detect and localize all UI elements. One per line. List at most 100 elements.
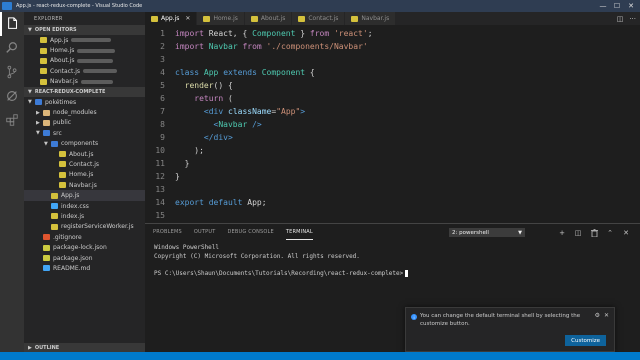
close-panel-button[interactable]: ✕ <box>618 227 634 238</box>
open-editor-item[interactable]: Navbar.js <box>24 77 145 87</box>
close-icon[interactable]: ✕ <box>185 15 190 22</box>
tab-navbar[interactable]: Navbar.js <box>345 12 397 25</box>
tree-item-label: index.css <box>61 202 89 210</box>
notification-toast: i You can change the default terminal sh… <box>405 307 615 352</box>
window-title: App.js - react-redux-complete - Visual S… <box>16 3 143 9</box>
folder-item[interactable]: ▶ public <box>24 118 145 128</box>
tab-home[interactable]: Home.js <box>197 12 245 25</box>
line-number: 12 <box>155 172 165 181</box>
extensions-icon[interactable] <box>0 108 24 132</box>
title-bar: App.js - react-redux-complete - Visual S… <box>0 0 640 12</box>
open-editors-section[interactable]: ▼ OPEN EDITORS <box>24 25 145 35</box>
outline-section[interactable]: ▶ OUTLINE <box>24 343 145 352</box>
close-icon[interactable]: ✕ <box>604 312 609 319</box>
split-terminal-button[interactable]: ◫ <box>570 227 586 238</box>
file-item[interactable]: index.js <box>24 211 145 221</box>
code-token: ; <box>367 29 373 38</box>
file-item[interactable]: Navbar.js <box>24 180 145 190</box>
code-line: 4 class App extends Component { <box>145 66 640 79</box>
explorer-icon[interactable] <box>0 12 24 36</box>
file-item[interactable]: registerServiceWorker.js <box>24 222 145 232</box>
code-token: render <box>184 81 214 90</box>
line-number: 15 <box>155 211 165 220</box>
file-item[interactable]: About.js <box>24 149 145 159</box>
search-icon[interactable] <box>0 36 24 60</box>
source-control-icon[interactable] <box>0 60 24 84</box>
folder-icon <box>43 130 50 137</box>
minimize-button[interactable]: — <box>596 0 610 12</box>
open-editor-label: Navbar.js <box>50 78 78 86</box>
terminal-text: Windows PowerShell <box>154 244 220 251</box>
outline-label: OUTLINE <box>34 344 60 351</box>
tab-app[interactable]: App.js ✕ <box>145 12 198 25</box>
new-terminal-button[interactable]: + <box>554 227 570 238</box>
line-number: 9 <box>160 133 165 142</box>
open-editor-item[interactable]: Home.js <box>24 45 145 55</box>
maximize-button[interactable]: ☐ <box>610 0 624 12</box>
code-editor[interactable]: 1 import React, { Component } from 'react… <box>145 25 640 223</box>
code-token: './components/Navbar' <box>261 42 368 51</box>
file-item[interactable]: Contact.js <box>24 159 145 169</box>
tree-item-label: About.js <box>69 150 94 158</box>
code-token: ); <box>175 146 204 155</box>
code-line: 6 return ( <box>145 92 640 105</box>
more-actions-icon[interactable]: ··· <box>629 15 636 23</box>
file-item[interactable]: App.js <box>24 190 145 201</box>
folder-icon <box>51 140 58 147</box>
gear-icon[interactable]: ⚙ <box>595 312 600 319</box>
customize-button[interactable]: Customize <box>565 335 606 346</box>
code-token: extends <box>218 68 257 77</box>
terminal-line: Copyright (C) Microsoft Corporation. All… <box>154 253 408 262</box>
debug-icon[interactable] <box>0 84 24 108</box>
path-hint <box>83 69 118 74</box>
editor-actions: ◫ ··· <box>617 12 636 25</box>
path-hint <box>77 48 116 53</box>
split-editor-icon[interactable]: ◫ <box>617 15 624 23</box>
open-editor-label: Contact.js <box>50 67 81 75</box>
panel-tab-output[interactable]: OUTPUT <box>194 224 216 240</box>
close-window-button[interactable]: ✕ <box>624 0 638 12</box>
code-token: 'react' <box>329 29 368 38</box>
code-line: 1 import React, { Component } from 'react… <box>145 27 640 40</box>
folder-item[interactable]: ▼ src <box>24 128 145 138</box>
js-file-icon <box>40 78 47 85</box>
code-line: 14 export default App; <box>145 196 640 209</box>
panel-tab-problems[interactable]: PROBLEMS <box>153 224 182 240</box>
vscode-logo-icon <box>2 2 12 10</box>
code-token: App; <box>242 198 267 207</box>
open-editor-label: Home.js <box>50 47 75 55</box>
tab-contact[interactable]: Contact.js <box>292 12 346 25</box>
code-token: > <box>300 107 306 116</box>
file-item[interactable]: package-lock.json <box>24 242 145 252</box>
panel-tab-terminal[interactable]: TERMINAL <box>285 224 313 240</box>
js-file-icon <box>40 47 47 54</box>
chevron-down-icon: ▼ <box>36 130 40 137</box>
file-item[interactable]: package.json <box>24 253 145 263</box>
js-file-icon <box>298 15 306 22</box>
folder-item[interactable]: ▼ components <box>24 139 145 149</box>
kill-terminal-button[interactable] <box>586 227 602 238</box>
terminal-selector[interactable]: 2: powershell ▼ <box>449 228 525 237</box>
js-file-icon <box>40 68 47 75</box>
file-item[interactable]: .gitignore <box>24 232 145 242</box>
maximize-panel-button[interactable]: ⌃ <box>602 227 618 238</box>
editor-tabs: App.js ✕ Home.js About.js Contact.js Navbar.j… <box>145 12 640 25</box>
folder-item[interactable]: ▼ pokétimes <box>24 97 145 107</box>
file-item[interactable]: Home.js <box>24 170 145 180</box>
project-section[interactable]: ▼ REACT-REDUX-COMPLETE <box>24 86 145 97</box>
tab-about[interactable]: About.js <box>244 12 293 25</box>
open-editor-item[interactable]: App.js <box>24 35 145 45</box>
folder-icon <box>43 119 50 126</box>
chevron-right-icon: ▶ <box>36 109 40 116</box>
open-editor-item[interactable]: Contact.js <box>24 66 145 76</box>
file-item[interactable]: index.css <box>24 201 145 211</box>
terminal-output[interactable]: Windows PowerShell Copyright (C) Microsof… <box>154 244 409 278</box>
folder-item[interactable]: ▶ node_modules <box>24 107 145 117</box>
js-file-icon <box>40 37 47 44</box>
open-editor-item[interactable]: About.js <box>24 56 145 66</box>
panel-tab-debug-console[interactable]: DEBUG CONSOLE <box>227 224 273 240</box>
js-file-icon <box>51 192 58 199</box>
git-file-icon <box>43 234 50 241</box>
file-item[interactable]: README.md <box>24 263 145 273</box>
code-token: /> <box>252 120 262 129</box>
